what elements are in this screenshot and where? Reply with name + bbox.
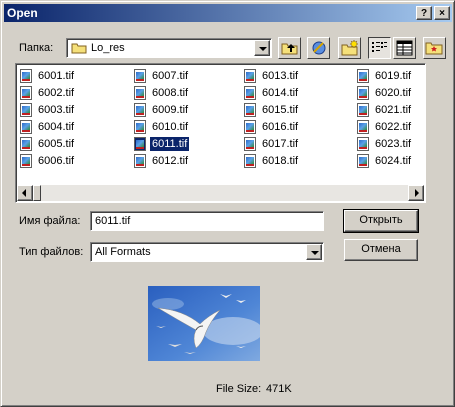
look-in-label: Папка:: [19, 42, 54, 54]
dialog-title: Open: [7, 6, 38, 20]
file-name: 6019.tif: [375, 70, 412, 82]
file-name: 6012.tif: [152, 155, 189, 167]
image-file-icon: [134, 154, 146, 168]
file-name: 6006.tif: [38, 155, 75, 167]
image-file-icon: [134, 120, 146, 134]
filename-label: Имя файла:: [19, 215, 81, 227]
file-name: 6011.tif: [148, 136, 191, 152]
look-in-value: Lo_res: [91, 42, 125, 54]
file-name: 6005.tif: [38, 138, 75, 150]
search-web-button[interactable]: [307, 37, 330, 59]
file-name: 6013.tif: [262, 70, 299, 82]
title-bar[interactable]: Open ? ×: [4, 4, 452, 22]
filename-input[interactable]: 6011.tif: [90, 211, 324, 231]
filetype-value: All Formats: [95, 246, 151, 258]
file-size-label: File Size:: [216, 383, 262, 395]
create-new-folder-button[interactable]: [338, 37, 361, 59]
folder-icon: [71, 43, 87, 54]
image-file-icon: [134, 86, 146, 100]
image-file-icon: [357, 86, 369, 100]
file-name: 6001.tif: [38, 70, 75, 82]
file-name: 6015.tif: [262, 104, 299, 116]
file-name: 6016.tif: [262, 121, 299, 133]
image-file-icon: [20, 103, 32, 117]
image-file-icon: [20, 69, 32, 83]
file-name: 6010.tif: [152, 121, 189, 133]
search-web-icon: [312, 41, 326, 55]
details-view-button[interactable]: [393, 37, 416, 59]
image-file-icon: [357, 69, 369, 83]
file-name: 6021.tif: [375, 104, 412, 116]
file-name: 6020.tif: [375, 87, 412, 99]
details-view-icon: [396, 40, 413, 56]
file-name: 6004.tif: [38, 121, 75, 133]
look-in-dropdown[interactable]: Lo_res: [66, 38, 272, 58]
up-one-level-button[interactable]: [278, 37, 301, 59]
image-file-icon: [20, 137, 32, 151]
image-file-icon: [244, 120, 256, 134]
file-name: 6003.tif: [38, 104, 75, 116]
filetype-dropdown[interactable]: All Formats: [90, 242, 324, 262]
image-file-icon: [357, 120, 369, 134]
image-file-icon: [20, 154, 32, 168]
favorites-folder-icon: [425, 42, 443, 55]
image-file-icon: [134, 69, 146, 83]
image-file-icon: [134, 103, 146, 117]
cancel-button[interactable]: Отмена: [344, 239, 418, 261]
scroll-thumb[interactable]: [33, 185, 41, 201]
file-name: 6014.tif: [262, 87, 299, 99]
favorites-folder-button[interactable]: [423, 37, 446, 59]
file-name: 6007.tif: [152, 70, 189, 82]
create-new-folder-icon: [341, 39, 359, 56]
help-button[interactable]: ?: [416, 6, 432, 20]
image-file-icon: [357, 103, 369, 117]
file-name: 6023.tif: [375, 138, 412, 150]
file-name: 6008.tif: [152, 87, 189, 99]
chevron-down-icon[interactable]: [254, 40, 270, 56]
file-name: 6017.tif: [262, 138, 299, 150]
image-file-icon: [244, 103, 256, 117]
image-file-icon: [357, 137, 369, 151]
file-name: 6022.tif: [375, 121, 412, 133]
up-one-level-icon: [281, 43, 298, 55]
scroll-left-button[interactable]: [17, 185, 33, 201]
scroll-right-button[interactable]: [408, 185, 424, 201]
open-dialog: Open ? × Папка: Lo_res 6001.tif 6002.tif…: [0, 0, 455, 407]
chevron-down-icon[interactable]: [306, 244, 322, 260]
image-file-icon: [244, 137, 256, 151]
file-name: 6009.tif: [152, 104, 189, 116]
list-view-icon: [372, 42, 387, 52]
close-button[interactable]: ×: [434, 6, 450, 20]
file-name: 6002.tif: [38, 87, 75, 99]
file-list[interactable]: 6001.tif 6002.tif 6003.tif 6004.tif 6005.tif…: [15, 63, 426, 203]
image-file-icon: [134, 137, 146, 151]
list-view-button[interactable]: [368, 37, 391, 59]
image-file-icon: [357, 154, 369, 168]
horizontal-scrollbar[interactable]: [17, 185, 424, 201]
filename-value: 6011.tif: [95, 215, 131, 227]
file-name: 6024.tif: [375, 155, 412, 167]
image-file-icon: [20, 86, 32, 100]
image-file-icon: [20, 120, 32, 134]
image-file-icon: [244, 69, 256, 83]
image-preview: [148, 286, 260, 361]
file-size-value: 471K: [266, 383, 292, 395]
file-name: 6018.tif: [262, 155, 299, 167]
image-file-icon: [244, 154, 256, 168]
filetype-label: Тип файлов:: [19, 246, 84, 258]
seagulls-photo: [148, 286, 260, 361]
open-button[interactable]: Открыть: [343, 209, 419, 233]
image-file-icon: [244, 86, 256, 100]
